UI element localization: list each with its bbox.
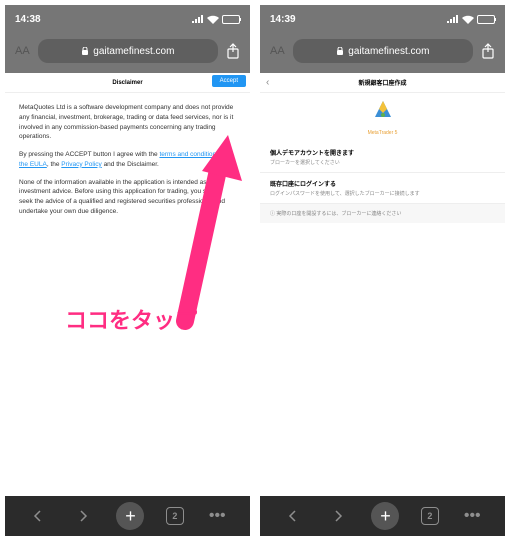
menu-item-demo[interactable]: 個人デモアカウントを開きます ブローカーを選択してください — [260, 142, 505, 173]
tabs-button[interactable]: 2 — [421, 507, 439, 525]
app-logo-block: MetaTrader 5 — [260, 93, 505, 142]
browser-toolbar: AA gaitamefinest.com — [5, 33, 250, 73]
disclaimer-text: MetaQuotes Ltd is a software development… — [5, 93, 250, 235]
lock-icon — [81, 47, 89, 55]
phone-left: 14:38 AA gaitamefinest.com Disclaimer Ac… — [5, 5, 250, 536]
signal-icon — [192, 15, 204, 23]
back-button[interactable] — [26, 504, 50, 528]
menu-item-title: 既存口座にログインする — [270, 179, 495, 188]
page-content: Disclaimer Accept MetaQuotes Ltd is a so… — [5, 73, 250, 496]
url-bar[interactable]: gaitamefinest.com — [293, 39, 473, 63]
new-tab-button[interactable]: + — [371, 502, 399, 530]
new-tab-button[interactable]: + — [116, 502, 144, 530]
menu-item-title: 個人デモアカウントを開きます — [270, 148, 495, 157]
status-time: 14:38 — [15, 14, 41, 25]
wifi-icon — [462, 15, 474, 24]
annotation-text: ココをタップ — [65, 303, 197, 335]
browser-toolbar: AA gaitamefinest.com — [260, 33, 505, 73]
text-size-icon[interactable]: AA — [270, 45, 285, 57]
page-header: Disclaimer Accept — [5, 73, 250, 93]
back-button[interactable] — [281, 504, 305, 528]
info-note: ⓘ 実際の口座を開設するには、ブローカーに連絡ください — [260, 204, 505, 223]
menu-button[interactable]: ••• — [205, 504, 229, 528]
privacy-link[interactable]: Privacy Policy — [61, 161, 101, 168]
url-bar[interactable]: gaitamefinest.com — [38, 39, 218, 63]
menu-button[interactable]: ••• — [460, 504, 484, 528]
browser-bottom-bar: + 2 ••• — [5, 496, 250, 536]
menu-item-subtitle: ログインパスワードを使用して、選択したブローカーに接続します — [270, 190, 495, 197]
disclaimer-p1: MetaQuotes Ltd is a software development… — [19, 103, 236, 142]
back-chevron-icon[interactable]: ‹ — [266, 77, 269, 88]
forward-button[interactable] — [71, 504, 95, 528]
signal-icon — [447, 15, 459, 23]
header-title: 新規銀客口座作成 — [358, 78, 406, 87]
url-text: gaitamefinest.com — [93, 46, 174, 57]
browser-bottom-bar: + 2 ••• — [260, 496, 505, 536]
status-icons — [447, 15, 495, 24]
wifi-icon — [207, 15, 219, 24]
header-title: Disclaimer — [112, 80, 142, 86]
share-icon[interactable] — [226, 43, 240, 59]
accept-button[interactable]: Accept — [212, 75, 246, 87]
battery-icon — [222, 15, 240, 24]
forward-button[interactable] — [326, 504, 350, 528]
page-content: ‹ 新規銀客口座作成 MetaTrader 5 個人デモアカウントを開きます ブ… — [260, 73, 505, 496]
app-logo-label: MetaTrader 5 — [260, 130, 505, 136]
battery-icon — [477, 15, 495, 24]
page-header: ‹ 新規銀客口座作成 — [260, 73, 505, 93]
status-bar: 14:38 — [5, 5, 250, 33]
tabs-button[interactable]: 2 — [166, 507, 184, 525]
text-size-icon[interactable]: AA — [15, 45, 30, 57]
disclaimer-p2: By pressing the ACCEPT button I agree wi… — [19, 150, 236, 170]
menu-item-subtitle: ブローカーを選択してください — [270, 159, 495, 166]
disclaimer-p3: None of the information available in the… — [19, 178, 236, 217]
phone-right: 14:39 AA gaitamefinest.com ‹ 新規銀客口座作成 Me… — [260, 5, 505, 536]
share-icon[interactable] — [481, 43, 495, 59]
status-bar: 14:39 — [260, 5, 505, 33]
lock-icon — [336, 47, 344, 55]
metatrader-logo-icon — [371, 99, 395, 123]
status-time: 14:39 — [270, 14, 296, 25]
menu-item-login[interactable]: 既存口座にログインする ログインパスワードを使用して、選択したブローカーに接続し… — [260, 173, 505, 204]
url-text: gaitamefinest.com — [348, 46, 429, 57]
status-icons — [192, 15, 240, 24]
